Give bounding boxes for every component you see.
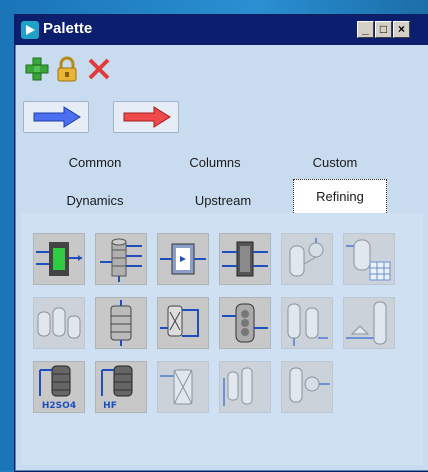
palette-app-icon (21, 21, 39, 39)
palette-window: Palette _ □ × Common Columns Custom Dyna… (14, 14, 428, 472)
tab-dynamics[interactable]: Dynamics (55, 193, 135, 213)
window-title: Palette (43, 20, 93, 37)
tab-columns[interactable]: Columns (175, 155, 255, 175)
h2so4-label: H2SO4 (42, 401, 76, 411)
heat-exchanger-icon[interactable] (219, 233, 271, 285)
heater-icon[interactable] (33, 233, 85, 285)
cross-reactor-icon[interactable] (157, 361, 209, 413)
distillation-column-icon[interactable] (95, 233, 147, 285)
two-vessels-icon[interactable] (281, 297, 333, 349)
hf-label: HF (103, 401, 117, 411)
arrow-right-red-icon (123, 106, 171, 128)
palette-grid: H2SO4 HF (21, 213, 423, 465)
lock-icon[interactable] (53, 55, 81, 83)
red-arrow-button[interactable] (113, 101, 179, 133)
reactor-column-icon[interactable] (95, 297, 147, 349)
h2so4-tank-icon[interactable]: H2SO4 (33, 361, 85, 413)
compressor-vessel-icon[interactable] (281, 361, 333, 413)
tank-table-icon[interactable] (343, 233, 395, 285)
close-x-icon[interactable] (85, 55, 113, 83)
tab-refining[interactable]: Refining (293, 179, 387, 215)
tab-common[interactable]: Common (55, 155, 135, 175)
tank-valve-icon[interactable] (281, 233, 333, 285)
separator-icon[interactable] (157, 233, 209, 285)
loop-reactor-icon[interactable] (157, 297, 209, 349)
packed-column-icon[interactable] (219, 297, 271, 349)
plus-icon[interactable] (23, 55, 51, 83)
column-pump-icon[interactable] (343, 297, 395, 349)
tab-custom[interactable]: Custom (295, 155, 375, 175)
arrow-right-blue-icon (33, 106, 81, 128)
close-button[interactable]: × (393, 21, 410, 38)
maximize-button[interactable]: □ (375, 21, 392, 38)
tab-upstream[interactable]: Upstream (183, 193, 263, 213)
blue-arrow-button[interactable] (23, 101, 89, 133)
minimize-button[interactable]: _ (357, 21, 374, 38)
vessel-bank-icon[interactable] (219, 361, 271, 413)
title-bar: Palette _ □ × (15, 15, 428, 45)
hf-tank-icon[interactable]: HF (95, 361, 147, 413)
flash-drums-icon[interactable] (33, 297, 85, 349)
